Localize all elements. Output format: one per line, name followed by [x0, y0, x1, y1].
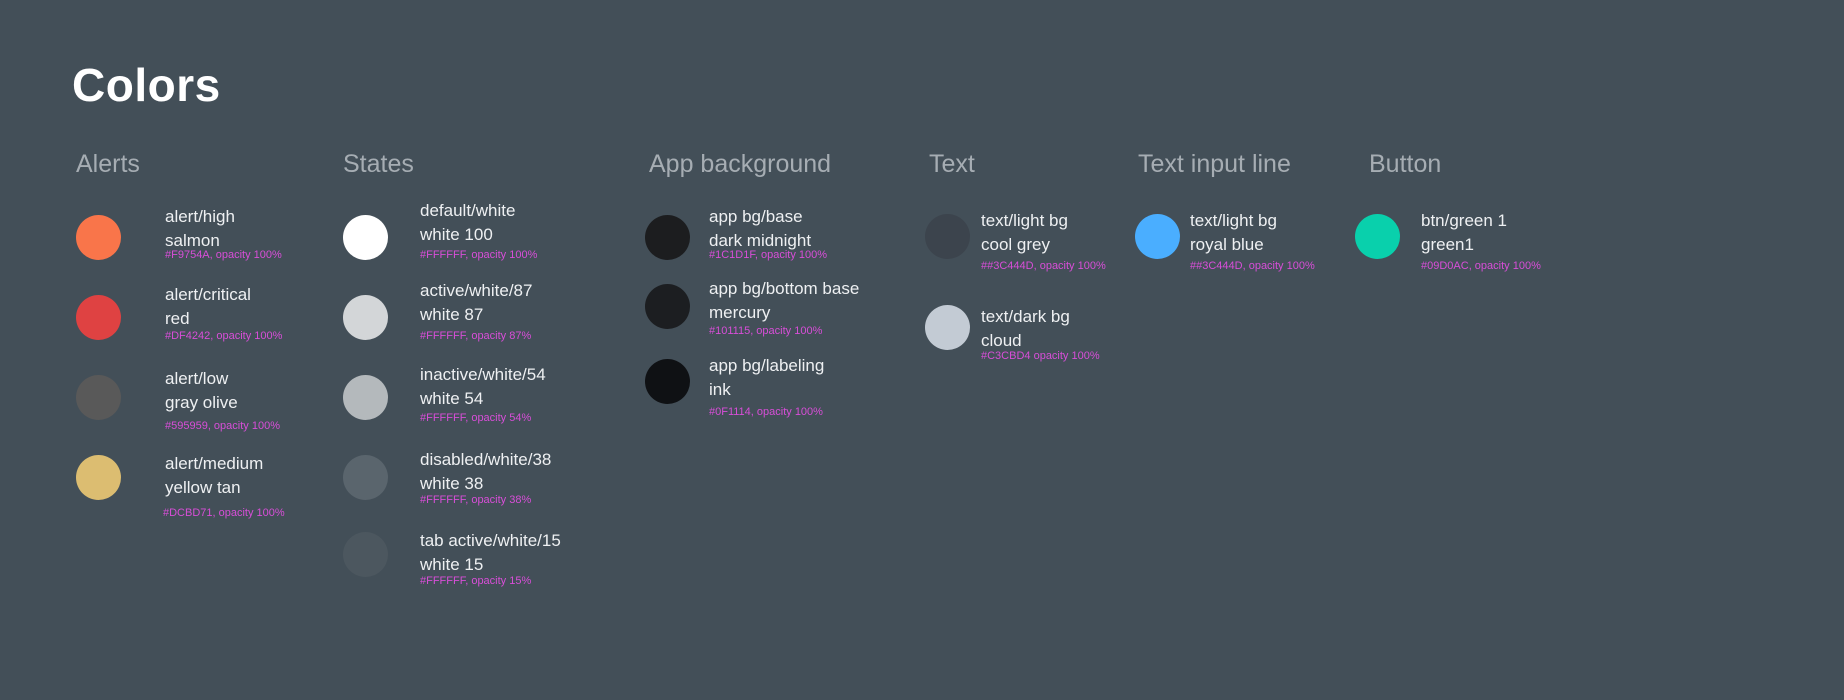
- color-token: default/white: [420, 201, 516, 220]
- color-swatch: [1135, 214, 1180, 259]
- color-label: yellow tan: [165, 478, 241, 497]
- color-name: alert/critical red: [165, 283, 251, 331]
- color-meta: #FFFFFF, opacity 15%: [420, 575, 532, 587]
- color-token: text/light bg: [981, 211, 1068, 230]
- color-meta: #FFFFFF, opacity 38%: [420, 494, 532, 506]
- color-token: active/white/87: [420, 281, 533, 300]
- color-meta: #595959, opacity 100%: [165, 420, 280, 432]
- group-heading: Button: [1369, 150, 1442, 178]
- color-label: white 15: [420, 555, 484, 574]
- color-swatch: [343, 215, 388, 260]
- color-name: default/white white 100: [420, 199, 515, 247]
- color-swatch: [76, 455, 121, 500]
- color-label: white 100: [420, 225, 493, 244]
- color-name: alert/low gray olive: [165, 367, 238, 415]
- color-name: inactive/white/54 white 54: [420, 363, 546, 411]
- color-token: app bg/labeling: [709, 356, 825, 375]
- color-token: alert/medium: [165, 454, 264, 473]
- color-label: white 87: [420, 305, 484, 324]
- color-name: alert/high salmon: [165, 205, 235, 253]
- color-token: disabled/white/38: [420, 450, 552, 469]
- color-swatch: [343, 532, 388, 577]
- color-name: alert/medium yellow tan: [165, 452, 263, 500]
- color-meta: #FFFFFF, opacity 87%: [420, 330, 532, 342]
- color-name: text/light bg cool grey: [981, 209, 1068, 257]
- color-meta: #DCBD71, opacity 100%: [163, 507, 285, 519]
- color-meta: #FFFFFF, opacity 54%: [420, 412, 532, 424]
- color-label: ink: [709, 380, 731, 399]
- color-meta: #101115, opacity 100%: [709, 325, 823, 337]
- color-meta: #DF4242, opacity 100%: [165, 330, 283, 342]
- color-meta: ##3C444D, opacity 100%: [981, 260, 1106, 272]
- color-token: alert/low: [165, 369, 229, 388]
- color-token: app bg/bottom base: [709, 279, 860, 298]
- color-meta: #C3CBD4 opacity 100%: [981, 350, 1100, 362]
- color-token: alert/critical: [165, 285, 251, 304]
- color-meta: #0F1114, opacity 100%: [709, 406, 823, 418]
- group-heading: Text input line: [1138, 150, 1291, 178]
- color-swatch: [645, 215, 690, 260]
- color-name: app bg/labeling ink: [709, 354, 824, 402]
- color-token: text/dark bg: [981, 307, 1070, 326]
- color-meta: ##3C444D, opacity 100%: [1190, 260, 1315, 272]
- color-label: white 38: [420, 474, 484, 493]
- color-swatch: [343, 295, 388, 340]
- color-swatch: [925, 305, 970, 350]
- color-name: tab active/white/15 white 15: [420, 529, 561, 577]
- color-name: btn/green 1 green1: [1421, 209, 1507, 257]
- color-name: text/dark bg cloud: [981, 305, 1070, 353]
- group-heading: App background: [649, 150, 832, 178]
- color-swatch: [343, 455, 388, 500]
- color-swatch: [76, 375, 121, 420]
- color-swatch: [645, 284, 690, 329]
- color-label: gray olive: [165, 393, 238, 412]
- color-swatch: [76, 295, 121, 340]
- color-token: btn/green 1: [1421, 211, 1508, 230]
- color-token: app bg/base: [709, 207, 803, 226]
- color-swatch: [645, 359, 690, 404]
- color-swatch: [925, 214, 970, 259]
- color-label: red: [165, 309, 190, 328]
- color-swatch: [1355, 214, 1400, 259]
- color-name: disabled/white/38 white 38: [420, 448, 551, 496]
- color-meta: #FFFFFF, opacity 100%: [420, 249, 538, 261]
- color-token: tab active/white/15: [420, 531, 561, 550]
- group-heading: Text: [929, 150, 975, 178]
- group-heading: States: [343, 150, 414, 178]
- color-swatch: [343, 375, 388, 420]
- color-label: green1: [1421, 235, 1474, 254]
- color-token: inactive/white/54: [420, 365, 546, 384]
- color-meta: #1C1D1F, opacity 100%: [709, 249, 828, 261]
- group-heading: Alerts: [76, 150, 140, 178]
- color-label: white 54: [420, 389, 484, 408]
- color-swatch: [76, 215, 121, 260]
- color-name: app bg/base dark midnight: [709, 205, 811, 253]
- color-meta: #F9754A, opacity 100%: [165, 249, 282, 261]
- color-name: text/light bg royal blue: [1190, 209, 1277, 257]
- color-label: royal blue: [1190, 235, 1264, 254]
- color-label: cool grey: [981, 235, 1050, 254]
- color-token: alert/high: [165, 207, 235, 226]
- color-meta: #09D0AC, opacity 100%: [1421, 260, 1541, 272]
- color-token: text/light bg: [1190, 211, 1277, 230]
- color-name: app bg/bottom base mercury: [709, 277, 859, 325]
- color-name: active/white/87 white 87: [420, 279, 532, 327]
- page-title: Colors: [72, 59, 221, 111]
- color-label: mercury: [709, 303, 771, 322]
